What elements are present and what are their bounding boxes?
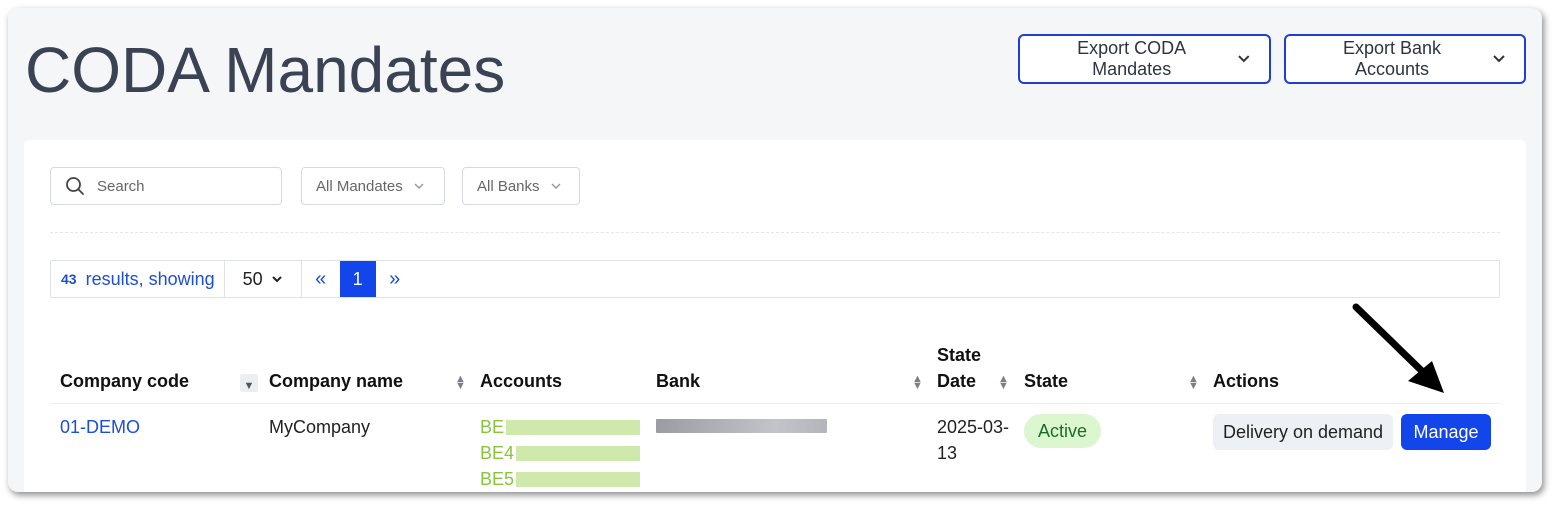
company-name: MyCompany [269, 417, 371, 437]
column-header-actions: Actions [1213, 371, 1280, 391]
state-date-part1: 2025-03- [937, 417, 1010, 437]
export-bank-accounts-button[interactable]: Export Bank Accounts [1284, 34, 1526, 84]
banks-filter-label: All Banks [477, 177, 540, 195]
sort-icon[interactable]: ▲ ▼ [998, 374, 1009, 392]
mandates-filter-dropdown[interactable]: All Mandates [301, 167, 445, 205]
bank-name-redacted [656, 419, 827, 433]
account-prefix: BE [480, 417, 505, 437]
mandates-card: All Mandates All Banks 43 results, showi… [24, 140, 1526, 492]
chevron-down-icon [271, 276, 282, 283]
column-header-company-code[interactable]: Company code [60, 368, 189, 394]
account-redacted [516, 445, 641, 461]
sort-icon[interactable]: ▲ ▼ [455, 374, 466, 392]
mandates-filter-label: All Mandates [316, 177, 403, 195]
state-date-line2: Date [937, 371, 977, 391]
per-page-select[interactable]: 50 [225, 261, 302, 297]
sort-icon[interactable]: ▲ ▼ [1188, 374, 1199, 392]
state-date: 2025-03- 13 [937, 414, 1009, 466]
section-divider [50, 232, 1500, 233]
state-date-line1: State [937, 345, 982, 365]
page-title: CODA Mandates [25, 34, 506, 106]
export-bank-accounts-label: Export Bank Accounts [1342, 38, 1442, 79]
chevron-down-icon [1238, 55, 1250, 63]
account-prefix: BE4 [480, 443, 515, 463]
page-1-button[interactable]: 1 [339, 261, 376, 297]
column-header-company-name[interactable]: Company name [269, 368, 403, 394]
arrow-annotation-icon [1352, 303, 1444, 393]
sort-desc-icon[interactable]: ▼ [240, 374, 258, 392]
column-header-state[interactable]: State [1024, 368, 1068, 394]
results-summary: 43 results, showing [51, 261, 225, 297]
account-redacted [506, 419, 641, 435]
pagination-bar: 43 results, showing 50 « 1 » [50, 260, 1500, 298]
results-label: results, showing [85, 268, 215, 289]
last-page-button[interactable]: » [376, 261, 414, 297]
search-input[interactable] [95, 176, 259, 196]
manage-button[interactable]: Manage [1401, 414, 1491, 450]
export-coda-mandates-button[interactable]: Export CODA Mandates [1018, 34, 1271, 84]
app-window: CODA Mandates Export CODA Mandates Expor… [8, 8, 1542, 492]
search-box[interactable] [50, 167, 282, 205]
column-header-state-date[interactable]: State Date [937, 342, 981, 394]
table-header-divider [50, 403, 1500, 404]
banks-filter-dropdown[interactable]: All Banks [462, 167, 580, 205]
first-page-button[interactable]: « [302, 261, 340, 297]
column-header-bank[interactable]: Bank [656, 368, 700, 394]
account-prefix: BE5 [480, 469, 515, 489]
search-icon [66, 177, 84, 195]
state-date-part2: 13 [937, 443, 958, 463]
export-coda-mandates-label: Export CODA Mandates [1077, 38, 1187, 79]
column-header-accounts[interactable]: Accounts [480, 368, 562, 394]
delivery-on-demand-button[interactable]: Delivery on demand [1213, 414, 1393, 450]
account-item: BE4 [480, 440, 641, 466]
sort-icon[interactable]: ▲ ▼ [912, 374, 923, 392]
chevron-down-icon [1493, 55, 1505, 63]
account-redacted [516, 471, 641, 487]
account-item: BE [480, 414, 641, 440]
per-page-value: 50 [242, 268, 263, 289]
results-count: 43 [61, 271, 77, 287]
company-code-link[interactable]: 01-DEMO [60, 414, 140, 440]
status-badge: Active [1024, 414, 1102, 448]
account-item: BE5 [480, 466, 641, 492]
chevron-down-icon [551, 183, 561, 190]
chevron-down-icon [414, 183, 424, 190]
